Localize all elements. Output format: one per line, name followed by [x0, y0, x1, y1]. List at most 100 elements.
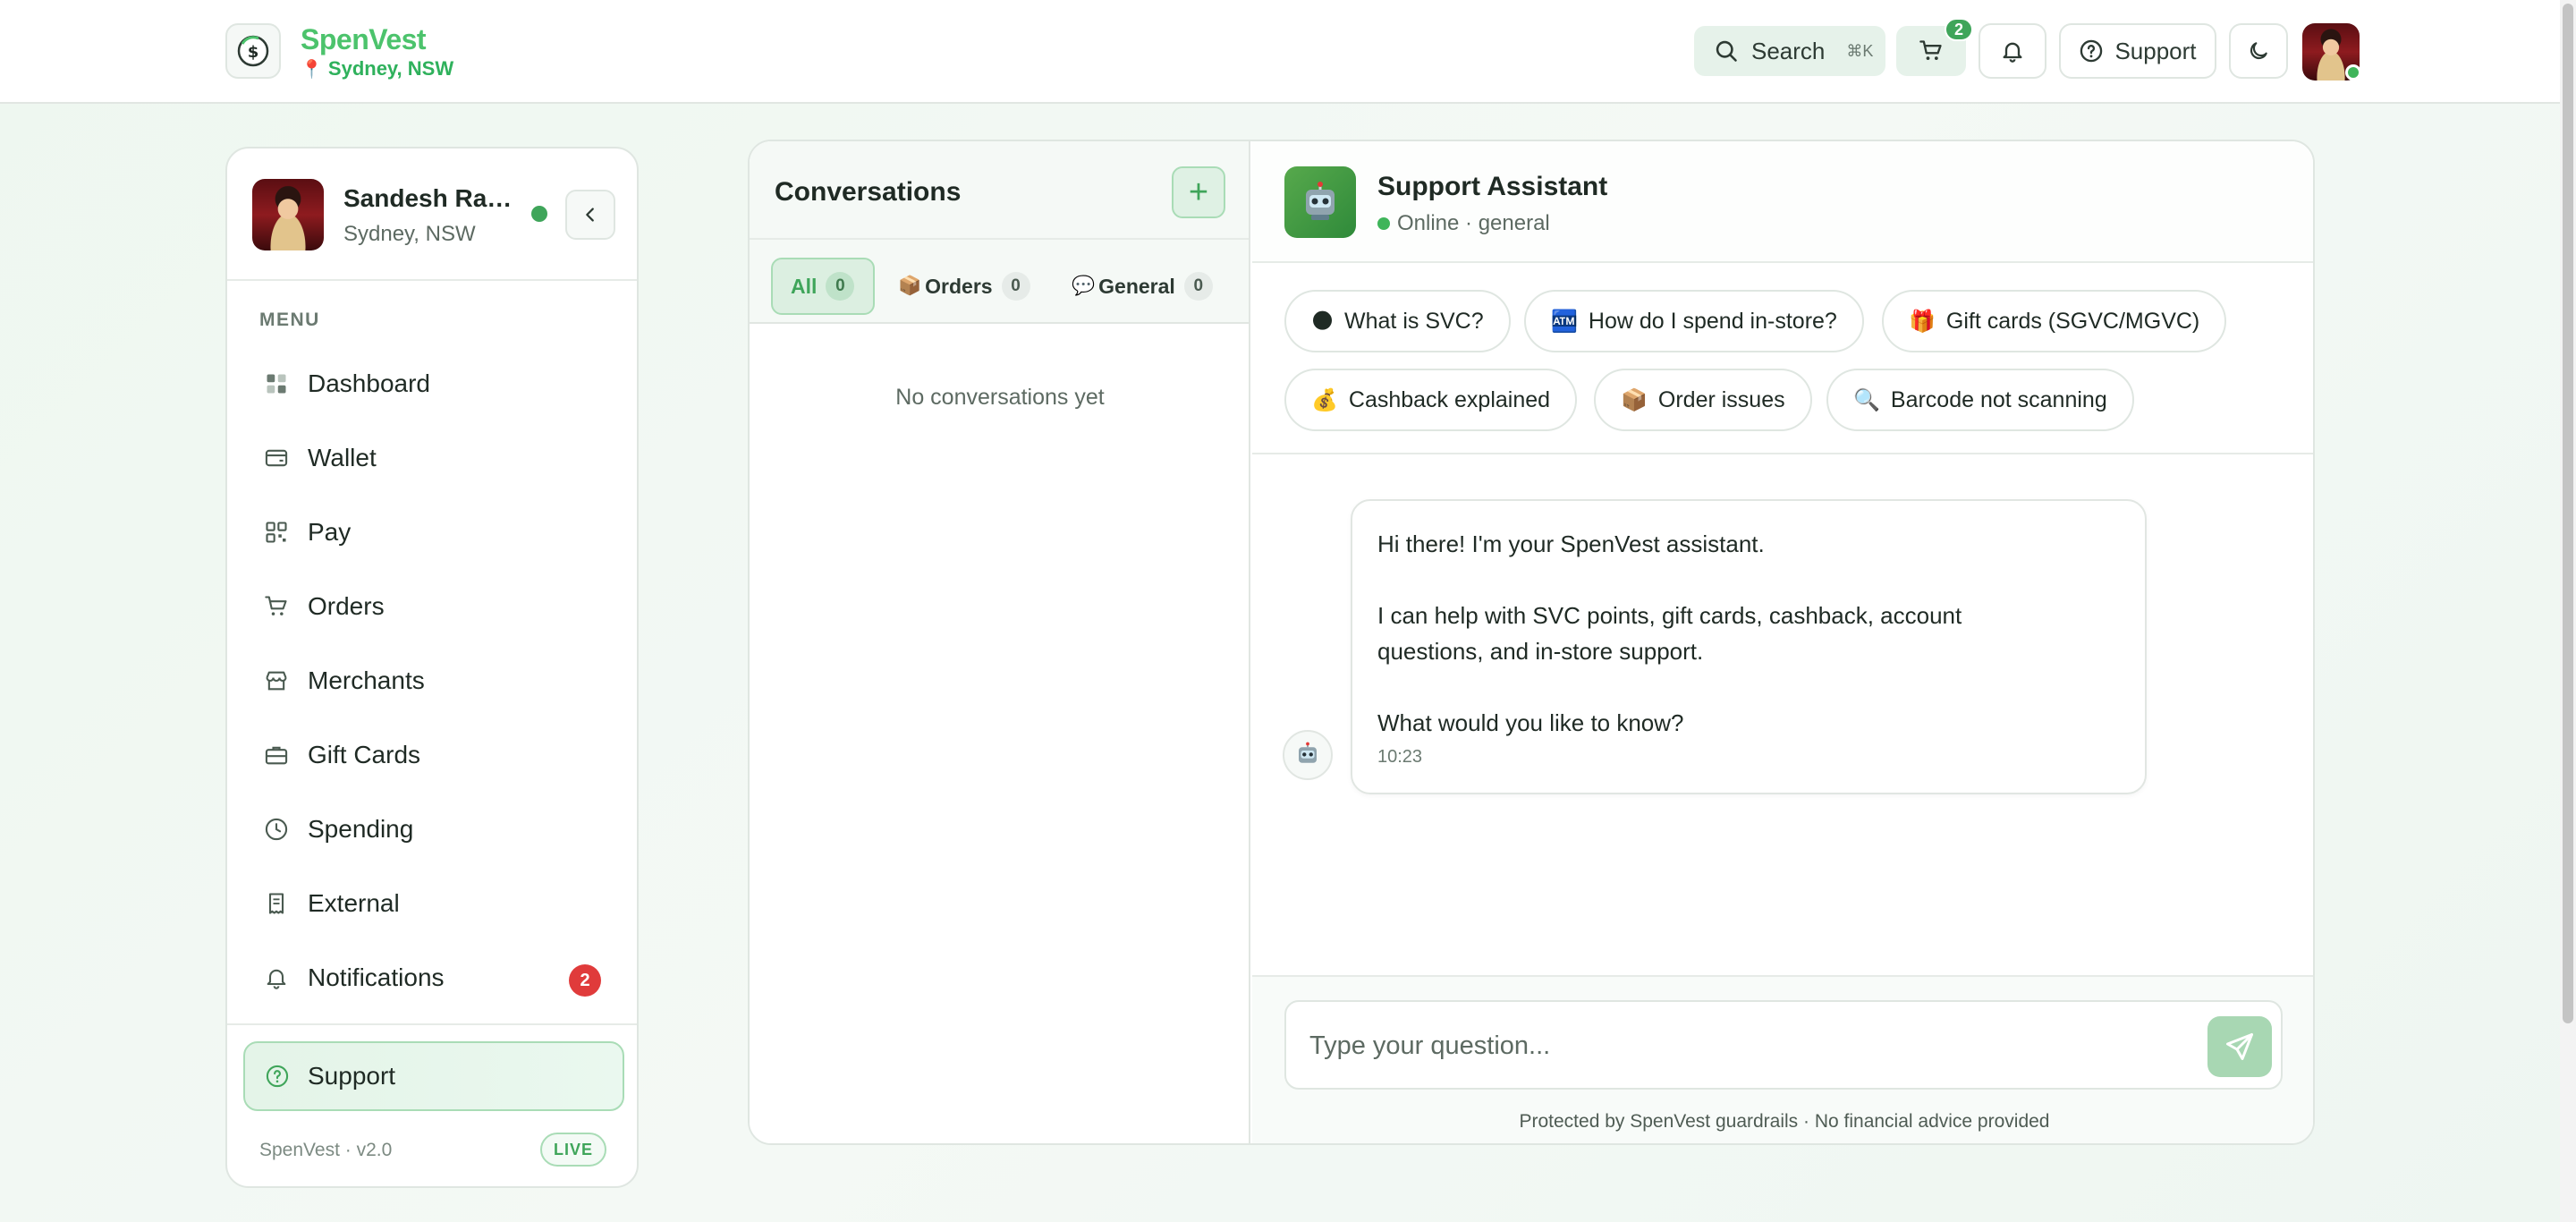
message-text: What would you like to know?	[1377, 709, 1684, 736]
quick-reply-what-is-svc[interactable]: 🌑 What is SVC?	[1284, 290, 1511, 352]
sidebar-item-gift-cards[interactable]: Gift Cards	[245, 724, 621, 786]
assistant-avatar	[1284, 166, 1356, 238]
cart-count-badge: 2	[1945, 18, 1973, 41]
clock-icon	[265, 818, 288, 841]
quick-reply-cashback[interactable]: 💰 Cashback explained	[1284, 369, 1578, 431]
notifications-count-badge: 2	[569, 964, 601, 997]
search-shortcut: ⌘K	[1846, 41, 1874, 60]
chat-panel: Support Assistant Online · general 🌑 Wha…	[1252, 141, 2313, 1143]
filter-tab-general[interactable]: 💬 General 0	[1072, 258, 1213, 315]
wallet-icon	[265, 449, 288, 467]
quick-reply-barcode[interactable]: 🔍 Barcode not scanning	[1826, 369, 2134, 431]
package-icon: 📦	[898, 276, 922, 296]
support-button[interactable]: Support	[2059, 23, 2216, 79]
assistant-message: Hi there! I'm your SpenVest assistant. I…	[1351, 499, 2147, 794]
quick-reply-label: Barcode not scanning	[1890, 386, 2107, 412]
store-icon	[266, 671, 287, 691]
send-button[interactable]	[2207, 1016, 2272, 1077]
chat-input-wrapper	[1284, 1000, 2283, 1090]
collapse-sidebar-button[interactable]	[565, 190, 615, 240]
sidebar-item-label: Spending	[308, 815, 414, 843]
sidebar-item-label: Notifications	[308, 963, 445, 991]
search-icon	[1716, 40, 1737, 62]
sidebar: Sandesh Ran... Sydney, NSW MENU Dashboar…	[225, 147, 639, 1188]
sidebar-item-spending[interactable]: Spending	[245, 798, 621, 861]
sidebar-item-merchants[interactable]: Merchants	[245, 649, 621, 712]
robot-icon	[1306, 182, 1335, 220]
assistant-avatar-small	[1283, 730, 1333, 780]
search-button[interactable]: Search ⌘K	[1694, 26, 1885, 76]
quick-reply-label: Order issues	[1657, 386, 1785, 412]
gift-icon: 🎁	[1909, 309, 1936, 334]
sidebar-item-pay[interactable]: Pay	[245, 501, 621, 564]
page-scrollbar-thumb[interactable]	[2563, 4, 2573, 1023]
sidebar-item-label: Gift Cards	[308, 741, 421, 768]
sidebar-item-wallet[interactable]: Wallet	[245, 427, 621, 489]
sidebar-item-support[interactable]: Support	[243, 1041, 624, 1111]
briefcase-icon	[265, 746, 288, 765]
quick-reply-order-issues[interactable]: 📦 Order issues	[1594, 369, 1812, 431]
chat-input[interactable]	[1309, 1023, 2186, 1068]
quick-reply-spend-in-store[interactable]: 🏧 How do I spend in-store?	[1524, 290, 1864, 352]
sidebar-item-notifications[interactable]: Notifications 2	[245, 946, 621, 1009]
package-icon: 📦	[1621, 387, 1648, 412]
magnifier-icon: 🔍	[1853, 387, 1880, 412]
send-icon	[2226, 1033, 2253, 1060]
filter-label: Orders	[925, 274, 993, 298]
avatar-image	[252, 179, 324, 250]
atm-icon: 🏧	[1551, 309, 1578, 334]
moon-icon: 🌑	[1311, 309, 1335, 334]
profile-name: Sandesh Ran...	[343, 184, 522, 212]
sidebar-item-label: Merchants	[308, 666, 425, 694]
receipt-icon	[268, 893, 284, 914]
conversations-header: Conversations +	[750, 141, 1249, 240]
message-composer: Protected by SpenVest guardrails · No fi…	[1252, 975, 2313, 1143]
bell-icon	[2003, 42, 2022, 63]
sidebar-item-label: Orders	[308, 592, 385, 620]
filter-count: 0	[1001, 272, 1030, 301]
sidebar-item-dashboard[interactable]: Dashboard	[245, 352, 621, 415]
sidebar-item-label: Pay	[308, 518, 352, 546]
sidebar-item-external[interactable]: External	[245, 872, 621, 935]
status-dot	[1377, 217, 1390, 230]
quick-reply-label: Gift cards (SGVC/MGVC)	[1945, 308, 2200, 334]
filter-count: 0	[826, 272, 855, 301]
message-text: I can help with SVC points, gift cards, …	[1377, 602, 1962, 665]
online-status-dot	[531, 206, 547, 222]
profile-avatar[interactable]	[252, 179, 324, 250]
top-bar: $ SpenVest 📍 Sydney, NSW Search ⌘K 2 Sup…	[0, 0, 2576, 104]
assistant-status: Online · general	[1377, 211, 1550, 236]
filter-label: All	[791, 274, 818, 298]
moon-icon	[2250, 42, 2267, 60]
help-circle-icon	[2080, 39, 2103, 63]
sidebar-item-label: Dashboard	[308, 369, 430, 397]
dollar-circle-icon: $	[237, 35, 269, 67]
message-text: Hi there! I'm your SpenVest assistant.	[1377, 530, 1765, 557]
profile-card: Sandesh Ran... Sydney, NSW	[227, 149, 637, 281]
notifications-button[interactable]	[1979, 23, 2046, 79]
message-timestamp: 10:23	[1377, 747, 1423, 767]
quick-replies: 🌑 What is SVC? 🏧 How do I spend in-store…	[1252, 263, 2313, 454]
sidebar-item-label: Support	[308, 1062, 396, 1090]
location-pin-icon: 📍	[301, 59, 323, 80]
brand-location-text: Sydney, NSW	[327, 57, 454, 80]
app-version: SpenVest · v2.0	[259, 1140, 393, 1160]
live-badge: LIVE	[540, 1133, 606, 1167]
filter-tab-all[interactable]: All 0	[771, 258, 875, 315]
support-button-label: Support	[2114, 37, 2197, 64]
filter-tab-orders[interactable]: 📦 Orders 0	[898, 258, 1030, 315]
sidebar-item-label: External	[308, 889, 400, 917]
money-bag-icon: 💰	[1311, 387, 1338, 412]
quick-reply-label: What is SVC?	[1344, 308, 1484, 334]
brand-logo[interactable]: $	[225, 23, 281, 79]
qr-icon	[266, 522, 287, 543]
guardrails-disclaimer: Protected by SpenVest guardrails · No fi…	[1519, 1111, 2050, 1132]
quick-reply-gift-cards[interactable]: 🎁 Gift cards (SGVC/MGVC)	[1882, 290, 2227, 352]
conversations-panel: Conversations + All 0 📦 Orders 0 💬 Gener…	[750, 141, 1250, 1143]
sidebar-item-orders[interactable]: Orders	[245, 575, 621, 638]
empty-conversations-message: No conversations yet	[895, 385, 1105, 410]
menu-section-label: MENU	[259, 310, 320, 330]
theme-toggle-button[interactable]	[2229, 23, 2288, 79]
new-conversation-button[interactable]: +	[1172, 166, 1225, 218]
online-indicator	[2345, 64, 2361, 81]
